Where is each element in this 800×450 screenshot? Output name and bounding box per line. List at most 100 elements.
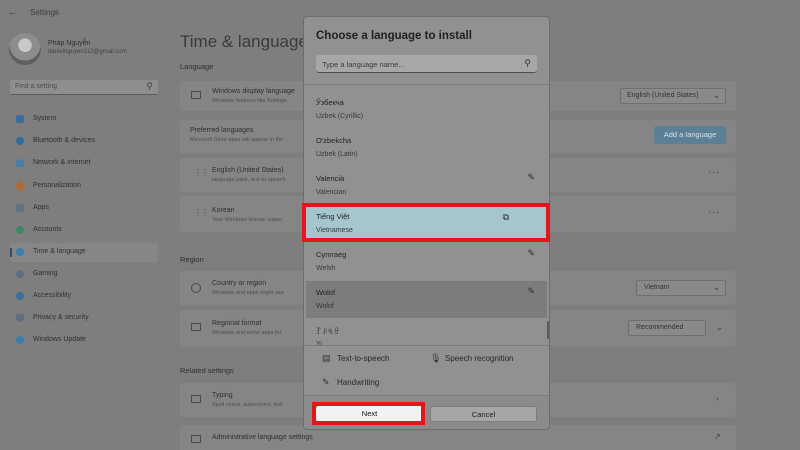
drag-handle-icon[interactable]: ⋮⋮	[194, 209, 209, 217]
apps-icon	[16, 204, 24, 212]
handwriting-icon: ✎	[527, 172, 535, 182]
language-search-box[interactable]: ⚲	[316, 55, 537, 73]
language-item-welsh[interactable]: Cymraeg Welsh ✎	[306, 243, 547, 280]
person-icon	[16, 226, 24, 234]
shield-icon	[16, 314, 24, 322]
sidebar-item-windows-update[interactable]: Windows Update	[10, 331, 158, 350]
card-subtitle: Microsoft Store apps will appear in the	[190, 137, 284, 143]
language-native-name: Wolof	[316, 288, 336, 297]
text-to-speech-icon: ▤	[322, 353, 331, 363]
country-value: Vietnam	[644, 284, 670, 291]
display-language-value: English (United States)	[627, 92, 699, 99]
divider	[304, 84, 549, 85]
language-item-uzbek-latin[interactable]: O'zbekcha Uzbek (Latin)	[306, 129, 547, 166]
scrollbar-thumb[interactable]	[547, 321, 549, 339]
language-english-name: Uzbek (Cyrillic)	[316, 113, 364, 120]
settings-search-placeholder: Find a setting	[15, 83, 58, 90]
profile-email: danielnguyen112@gmail.com	[48, 49, 127, 55]
card-subtitle: Windows and apps might use	[212, 290, 284, 296]
microphone-icon: 🎙	[430, 353, 442, 363]
sidebar-item-personalization[interactable]: Personalization	[10, 177, 158, 196]
globe-icon	[191, 283, 201, 293]
language-english-name: Valencian	[316, 189, 347, 196]
avatar[interactable]	[9, 33, 41, 65]
settings-search-box[interactable]: Find a setting ⚲	[10, 80, 158, 95]
monitor-icon	[16, 115, 24, 123]
sidebar-item-accounts[interactable]: Accounts	[10, 221, 158, 240]
drag-handle-icon[interactable]: ⋮⋮	[194, 169, 209, 177]
section-heading-related: Related settings	[180, 366, 234, 375]
feature-speech-recognition: 🎙 Speech recognition	[430, 353, 514, 364]
language-native-name: O'zbekcha	[316, 136, 352, 145]
card-title: Preferred languages	[190, 127, 254, 134]
card-title: Korean	[212, 207, 235, 214]
handwriting-icon: ✎	[527, 248, 535, 258]
chevron-down-icon: ⌄	[713, 91, 720, 100]
more-options-icon[interactable]: ···	[708, 167, 720, 177]
section-heading-language: Language	[180, 62, 214, 71]
card-subtitle: Windows features like Settings	[212, 98, 287, 104]
gamepad-icon	[16, 270, 24, 278]
sidebar-item-label: Accessibility	[33, 292, 72, 299]
next-button[interactable]: Next	[316, 406, 423, 422]
more-options-icon[interactable]: ···	[708, 207, 720, 217]
handwriting-icon: ✎	[322, 377, 330, 387]
language-list[interactable]: Ўзбекча Uzbek (Cyrillic) O'zbekcha Uzbek…	[304, 86, 549, 345]
language-item-wolof[interactable]: Wolof Wolof ✎	[306, 281, 547, 318]
profile-name: Pháp Nguyễn	[48, 40, 91, 47]
language-item-valencian[interactable]: Valencià Valencian ✎	[306, 167, 547, 204]
sidebar-item-accessibility[interactable]: Accessibility	[10, 287, 158, 306]
search-icon: ⚲	[146, 81, 153, 91]
sidebar-item-bluetooth[interactable]: Bluetooth & devices	[10, 132, 158, 151]
sidebar-item-label: System	[33, 115, 57, 122]
sidebar-item-time-language[interactable]: Time & language	[10, 243, 158, 262]
feature-handwriting: ✎ Handwriting	[322, 377, 379, 388]
sidebar-item-system[interactable]: System	[10, 110, 158, 129]
language-native-name: Cymraeg	[316, 250, 347, 259]
language-native-name: Ўзбекча	[316, 98, 344, 107]
chevron-down-icon: ⌄	[716, 323, 723, 332]
regional-format-value: Recommended	[636, 324, 684, 331]
language-english-name: Welsh	[316, 265, 336, 272]
language-native-name: ꆈꌠꁱꂷ	[316, 327, 340, 336]
language-item-vietnamese[interactable]: Tiếng Việt Vietnamese ⧉	[306, 205, 547, 242]
card-title: Typing	[212, 392, 233, 399]
update-icon	[16, 336, 24, 344]
sidebar-item-apps[interactable]: Apps	[10, 199, 158, 218]
card-subtitle: Spell check, autocorrect, text	[212, 402, 283, 408]
format-icon	[191, 323, 201, 331]
sidebar-item-label: Bluetooth & devices	[33, 137, 95, 144]
feature-label: Handwriting	[337, 378, 380, 387]
page-title: Time & language	[180, 32, 308, 51]
sidebar-item-label: Accounts	[33, 226, 62, 233]
language-search-input[interactable]	[322, 58, 512, 70]
admin-icon	[191, 435, 201, 443]
accessibility-icon	[16, 292, 24, 300]
sidebar-item-privacy[interactable]: Privacy & security	[10, 309, 158, 328]
dialog-title: Choose a language to install	[316, 30, 472, 42]
feature-text-to-speech: ▤ Text-to-speech	[322, 353, 389, 364]
brush-icon	[14, 180, 26, 192]
dialog-footer: Next Cancel	[304, 395, 549, 429]
language-native-name: Valencià	[316, 174, 345, 183]
card-title: Windows display language	[212, 88, 295, 95]
language-item-yi[interactable]: ꆈꌠꁱꂷ Yi	[306, 319, 547, 345]
section-heading-region: Region	[180, 255, 204, 264]
sidebar-item-label: Personalization	[33, 182, 81, 189]
sidebar-item-label: Gaming	[33, 270, 58, 277]
keyboard-icon	[191, 395, 201, 403]
sidebar-item-gaming[interactable]: Gaming	[10, 265, 158, 284]
back-arrow-icon[interactable]: ←	[6, 6, 20, 18]
app-title: Settings	[30, 8, 59, 17]
bluetooth-icon	[16, 137, 24, 145]
cancel-button[interactable]: Cancel	[430, 406, 537, 422]
language-item-uzbek-cyrillic[interactable]: Ўзбекча Uzbek (Cyrillic)	[306, 91, 547, 128]
sidebar-item-network[interactable]: Network & internet	[10, 154, 158, 173]
language-english-name: Wolof	[316, 303, 334, 310]
wifi-icon	[16, 159, 24, 167]
add-language-button[interactable]: Add a language	[654, 126, 726, 144]
display-language-icon: ⧉	[502, 212, 509, 222]
globe-clock-icon	[16, 248, 24, 256]
sidebar-item-label: Windows Update	[33, 336, 86, 343]
chevron-down-icon: ⌄	[713, 283, 720, 292]
